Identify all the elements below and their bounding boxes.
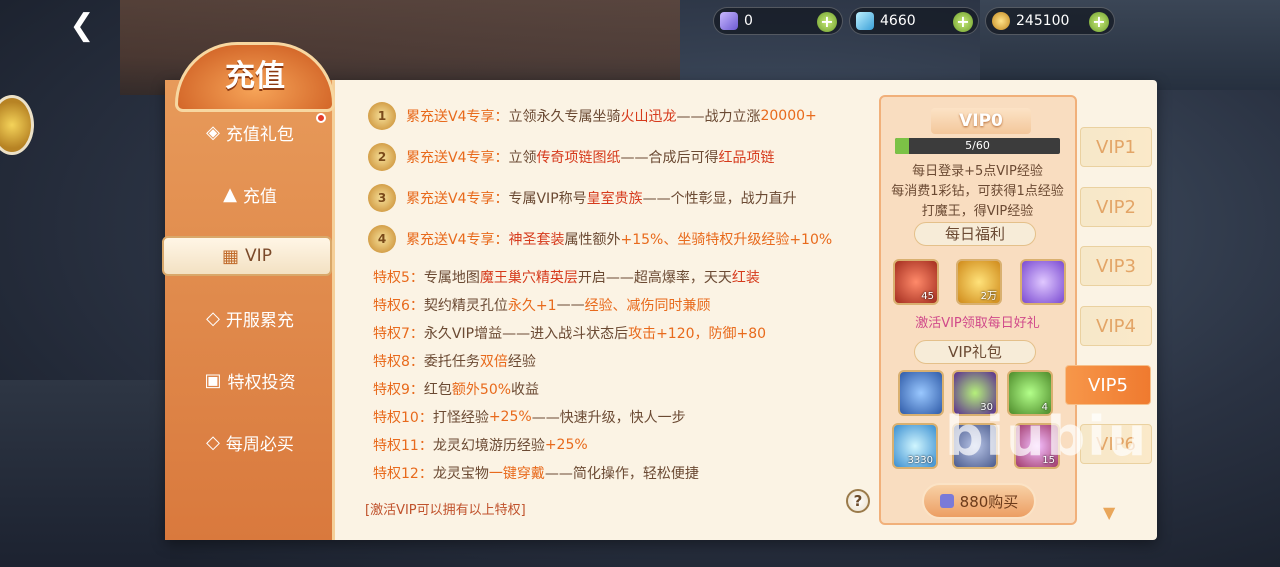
currency-diamond-value: 4660 [880,13,916,29]
sidebar-item-server-recharge[interactable]: ◇ 开服累充 [175,298,325,338]
gift-box-icon: ▣ [204,369,222,391]
sidebar-item-label: 开服累充 [225,310,294,331]
sidebar-item-label: 充值 [242,186,277,207]
privilege-row-7: 特权7： 永久VIP增益——进入战斗状态后 攻击+120，防御+80 [373,326,767,342]
activate-daily-text: 激活VIP领取每日好礼 [915,316,1040,331]
privilege-row-3: 3 累充送V4专享： 专属VIP称号 皇室贵族 ——个性彰显，战力直升 [368,183,797,213]
tab-vip5[interactable]: VIP5 [1065,365,1151,405]
back-arrow-icon[interactable]: ❮ [60,8,104,44]
privilege-row-2: 2 累充送V4专享： 立领 传奇项链图纸 ——合成后可得 红品项链 [368,142,774,172]
privilege-row-6: 特权6： 契约精灵孔位 永久+1 —— 经验、减伤同时兼顾 [373,297,711,314]
calendar-icon: ▦ [222,245,240,267]
gold-star-icon[interactable]: 2万 [956,259,1002,305]
purple-gem-icon [720,12,738,30]
currency-gold: 245100 + [985,7,1115,35]
tab-vip4[interactable]: VIP4 [1080,306,1152,346]
tab-vip2[interactable]: VIP2 [1080,187,1152,227]
sidebar-item-recharge[interactable]: ▲ 充值 [175,174,325,214]
server-recharge-icon: ◇ [206,307,220,329]
purple-gem-icon [939,494,954,508]
privilege-row-9: 特权9： 红包 额外50% 收益 [373,382,540,398]
privilege-row-10: 特权10： 打怪经验 +25% ——快速升级，快人一步 [373,409,686,426]
sidebar-item-vip[interactable]: ▦ VIP [162,236,332,276]
add-diamond-button[interactable]: + [953,12,973,32]
diamond-icon [856,12,874,30]
vip-rule-1: 每日登录+5点VIP经验 [912,164,1043,179]
sidebar-item-label: 特权投资 [227,372,296,393]
medal-icon: 4 [368,225,396,253]
privilege-row-8: 特权8： 委托任务 双倍 经验 [373,354,536,370]
chevron-down-icon[interactable]: ▼ [1103,503,1115,522]
buy-button[interactable]: 880购买 [922,483,1036,519]
currency-gold-value: 245100 [1016,13,1070,29]
medal-icon: 1 [368,102,396,130]
sidebar-item-label: VIP [245,246,272,266]
tab-vip1[interactable]: VIP1 [1080,127,1152,167]
background-ground [0,380,170,567]
vip-rule-2: 每消费1彩钻，可获得1点经验 [891,184,1064,199]
sidebar-item-label: 充值礼包 [225,124,294,145]
privilege-row-12: 特权12： 龙灵宝物 一键穿戴 ——简化操作，轻松便捷 [373,466,699,482]
currency-diamond: 4660 + [849,7,979,35]
currency-gem-value: 0 [744,13,753,29]
medal-icon: 2 [368,143,396,171]
side-float-button[interactable] [0,95,34,155]
notification-dot [316,113,326,123]
gold-coin-icon [992,12,1010,30]
blue-book-icon[interactable] [898,370,944,416]
watermark: biubiu [945,405,1149,468]
vip-progress-text: 5/60 [965,139,990,152]
purple-pouch-icon[interactable] [1020,259,1066,305]
sidebar-item-investment[interactable]: ▣ 特权投资 [175,360,325,400]
vip-level-title: VIP0 [931,108,1031,134]
vip-rule-3: 打魔王，得VIP经验 [921,204,1034,219]
weekly-icon: ◇ [206,431,220,453]
privilege-row-5: 特权5： 专属地图 魔王巢穴精英层 开启——超高爆率，天天 红装 [373,270,760,286]
help-icon[interactable]: ? [846,489,870,513]
add-gem-button[interactable]: + [817,12,837,32]
tab-vip3[interactable]: VIP3 [1080,246,1152,286]
privilege-row-1: 1 累充送V4专享： 立领永久专属坐骑 火山迅龙 ——战力立涨 20000+ [368,101,817,131]
privilege-row-4: 4 累充送V4专享： 神圣套装 属性额外 +15%、坐骑特权升级经验+10% [368,224,832,254]
currency-gem: 0 + [713,7,843,35]
gift-pack-icon: ◈ [206,121,220,143]
daily-benefit-title: 每日福利 [914,222,1036,246]
sidebar-item-gift-pack[interactable]: ◈ 充值礼包 [175,112,325,152]
recharge-icon: ▲ [223,183,237,205]
privilege-row-11: 特权11： 龙灵幻境游历经验 +25% [373,437,588,454]
sidebar-item-label: 每周必买 [225,434,294,455]
vip-pack-title: VIP礼包 [914,340,1036,364]
activate-note: [激活VIP可以拥有以上特权] [365,503,526,518]
add-gold-button[interactable]: + [1089,12,1109,32]
sidebar-item-weekly[interactable]: ◇ 每周必买 [175,422,325,462]
blue-crystal-icon[interactable]: 3330 [892,423,938,469]
vip-progress-bar: 5/60 [895,138,1060,154]
medal-icon: 3 [368,184,396,212]
red-orb-icon[interactable]: 45 [893,259,939,305]
